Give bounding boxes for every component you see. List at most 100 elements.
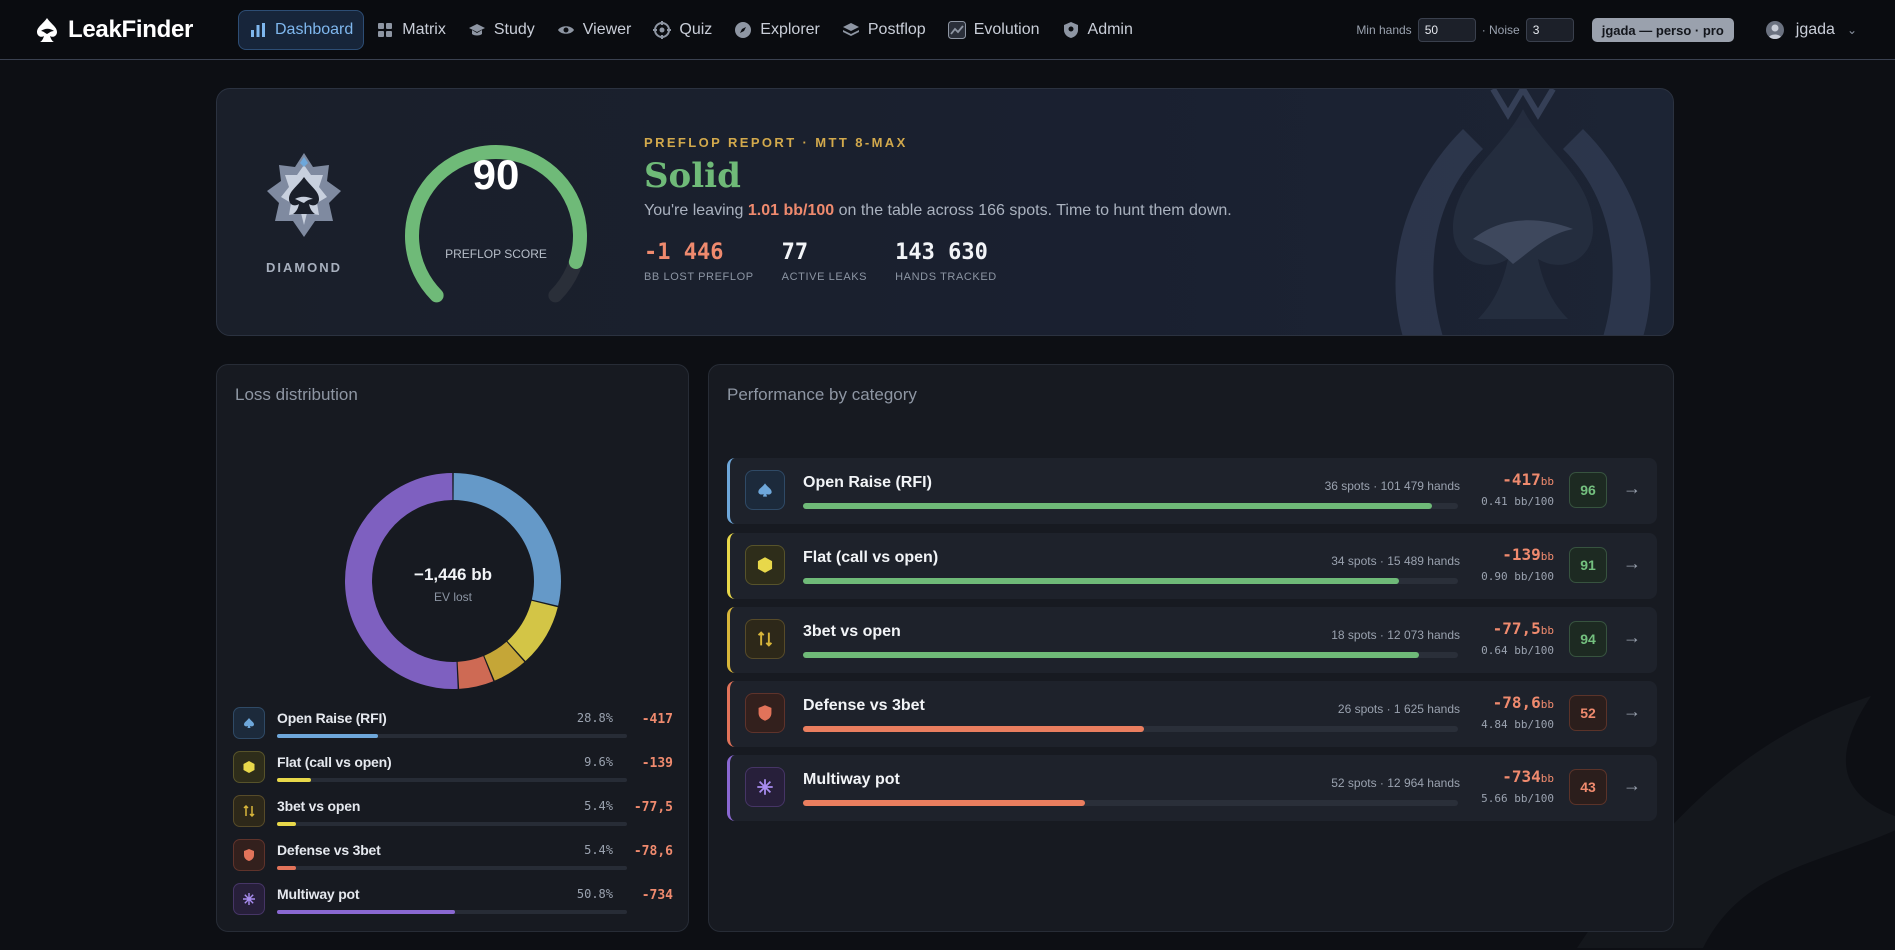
- category-row-defense[interactable]: Defense vs 3bet 26 spots · 1 625 hands -…: [727, 681, 1657, 747]
- arrow-right-icon[interactable]: →: [1623, 701, 1641, 722]
- category-name: Open Raise (RFI): [803, 474, 932, 491]
- top-nav: LeakFinder Dashboard Matrix Study Viewer: [0, 0, 1895, 60]
- stat-bb-lost: -1 446 BB LOST PREFLOP: [644, 240, 754, 283]
- trend-icon: [947, 20, 966, 39]
- category-score-bar: [803, 800, 1085, 806]
- report-summary: PREFLOP REPORT · MTT 8-MAX Solid You're …: [644, 135, 1232, 283]
- score-hero: DIAMOND 90 PREFLOP SCORE PREFLOP REPORT …: [216, 88, 1674, 336]
- category-loss: -139bb: [1502, 545, 1554, 564]
- donut-center-caption: EV lost: [433, 590, 472, 604]
- legend-track: [277, 866, 627, 870]
- rank-badge: DIAMOND: [259, 151, 349, 275]
- donut-center-value: −1,446 bb: [414, 565, 492, 584]
- category-loss: -734bb: [1502, 767, 1554, 786]
- stat-label: ACTIVE LEAKS: [781, 271, 868, 283]
- loss-value: -78,6: [1492, 693, 1541, 712]
- loss-value: -734: [1502, 767, 1541, 786]
- category-row-flat[interactable]: Flat (call vs open) 34 spots · 15 489 ha…: [727, 533, 1657, 599]
- user-menu[interactable]: jgada ⌄: [1765, 21, 1857, 39]
- category-name: 3bet vs open: [803, 623, 901, 640]
- legend-track: [277, 778, 627, 782]
- donut-segment-rfi[interactable]: [453, 473, 561, 606]
- sparkle-icon: [745, 767, 785, 807]
- legend-item-multiway[interactable]: Multiway pot 50.8% -734: [233, 883, 673, 919]
- eye-icon: [557, 21, 575, 39]
- loss-value: -77,5: [1492, 619, 1541, 638]
- shield-icon: [745, 693, 785, 733]
- spade-icon: [233, 707, 265, 739]
- brand[interactable]: LeakFinder: [32, 15, 238, 45]
- nav-item-quiz[interactable]: Quiz: [643, 10, 722, 50]
- nav-label: Evolution: [973, 20, 1040, 38]
- nav-item-explorer[interactable]: Explorer: [724, 10, 830, 50]
- shield-icon: [233, 839, 265, 871]
- category-score-badge: 96: [1569, 472, 1607, 508]
- category-row-rfi[interactable]: Open Raise (RFI) 36 spots · 101 479 hand…: [727, 458, 1657, 524]
- nav-item-evolution[interactable]: Evolution: [938, 10, 1050, 50]
- crosshair-icon: [653, 20, 672, 39]
- stat-hands-tracked: 143 630 HANDS TRACKED: [895, 240, 997, 283]
- category-score-bar: [803, 578, 1400, 584]
- hexagon-icon: [233, 751, 265, 783]
- legend-bar: [277, 822, 296, 826]
- legend-name: Defense vs 3bet: [277, 842, 381, 858]
- preflop-score-label: PREFLOP SCORE: [445, 247, 547, 261]
- arrow-right-icon[interactable]: →: [1623, 627, 1641, 648]
- nav-label: Matrix: [402, 20, 446, 38]
- nav-item-dashboard[interactable]: Dashboard: [238, 9, 365, 50]
- category-name: Flat (call vs open): [803, 549, 939, 566]
- nav-item-postflop[interactable]: Postflop: [832, 10, 936, 50]
- nav-item-matrix[interactable]: Matrix: [366, 10, 456, 50]
- legend-item-3bet[interactable]: 3bet vs open 5.4% -77,5: [233, 795, 673, 831]
- legend-item-rfi[interactable]: Open Raise (RFI) 28.8% -417: [233, 707, 673, 743]
- arrow-right-icon[interactable]: →: [1623, 478, 1641, 499]
- nav-label: Admin: [1087, 20, 1133, 38]
- category-score-badge: 52: [1569, 695, 1607, 731]
- category-rate: 0.41 bb/100: [1481, 495, 1554, 508]
- stats-row: -1 446 BB LOST PREFLOP 77 ACTIVE LEAKS 1…: [644, 240, 1232, 283]
- profile-selector[interactable]: jgada — perso · pro: [1591, 18, 1734, 42]
- verdict-title: Solid: [644, 156, 741, 196]
- legend-bar: [277, 734, 378, 738]
- category-row-3bet[interactable]: 3bet vs open 18 spots · 12 073 hands -77…: [727, 607, 1657, 673]
- category-meta: 34 spots · 15 489 hands: [1331, 554, 1460, 568]
- category-row-multiway[interactable]: Multiway pot 52 spots · 12 964 hands -73…: [727, 755, 1657, 821]
- loss-unit: bb: [1540, 624, 1554, 637]
- category-track: [803, 578, 1458, 584]
- legend-value: -417: [641, 712, 673, 727]
- legend-name: 3bet vs open: [277, 798, 361, 814]
- avatar: [1765, 21, 1784, 39]
- legend-bar: [277, 778, 311, 782]
- category-rate: 0.64 bb/100: [1481, 644, 1554, 657]
- layers-icon: [842, 21, 860, 39]
- category-meta: 52 spots · 12 964 hands: [1331, 776, 1460, 790]
- nav-item-study[interactable]: Study: [458, 10, 545, 50]
- category-score-bar: [803, 503, 1432, 509]
- brand-name: LeakFinder: [68, 15, 194, 43]
- loss-unit: bb: [1540, 772, 1554, 785]
- category-meta: 18 spots · 12 073 hands: [1331, 628, 1460, 642]
- min-hands-input[interactable]: [1417, 18, 1476, 42]
- category-track: [803, 800, 1458, 806]
- stat-label: BB LOST PREFLOP: [644, 271, 754, 283]
- sparkle-icon: [233, 883, 265, 915]
- arrow-right-icon[interactable]: →: [1623, 553, 1641, 574]
- panel-title: Loss distribution: [235, 385, 358, 404]
- category-track: [803, 726, 1458, 732]
- legend-item-defense[interactable]: Defense vs 3bet 5.4% -78,6: [233, 839, 673, 875]
- bar-chart-icon: [249, 21, 267, 39]
- legend-value: -139: [641, 756, 673, 771]
- stat-value: -1 446: [644, 240, 724, 265]
- stat-label: HANDS TRACKED: [895, 271, 997, 283]
- loss-unit: bb: [1540, 698, 1554, 711]
- nav-item-admin[interactable]: Admin: [1052, 10, 1143, 50]
- noise-input[interactable]: [1525, 18, 1574, 42]
- legend-item-flat[interactable]: Flat (call vs open) 9.6% -139: [233, 751, 673, 787]
- arrow-right-icon[interactable]: →: [1623, 775, 1641, 796]
- spade-icon: [745, 470, 785, 510]
- nav-item-viewer[interactable]: Viewer: [547, 10, 642, 50]
- summary-sentence: You're leaving 1.01 bb/100 on the table …: [644, 202, 1232, 220]
- nav-links: Dashboard Matrix Study Viewer Quiz Explo…: [238, 9, 1145, 50]
- nav-controls: Min hands · Noise jgada — perso · pro jg…: [1356, 0, 1895, 60]
- category-meta: 26 spots · 1 625 hands: [1337, 702, 1460, 716]
